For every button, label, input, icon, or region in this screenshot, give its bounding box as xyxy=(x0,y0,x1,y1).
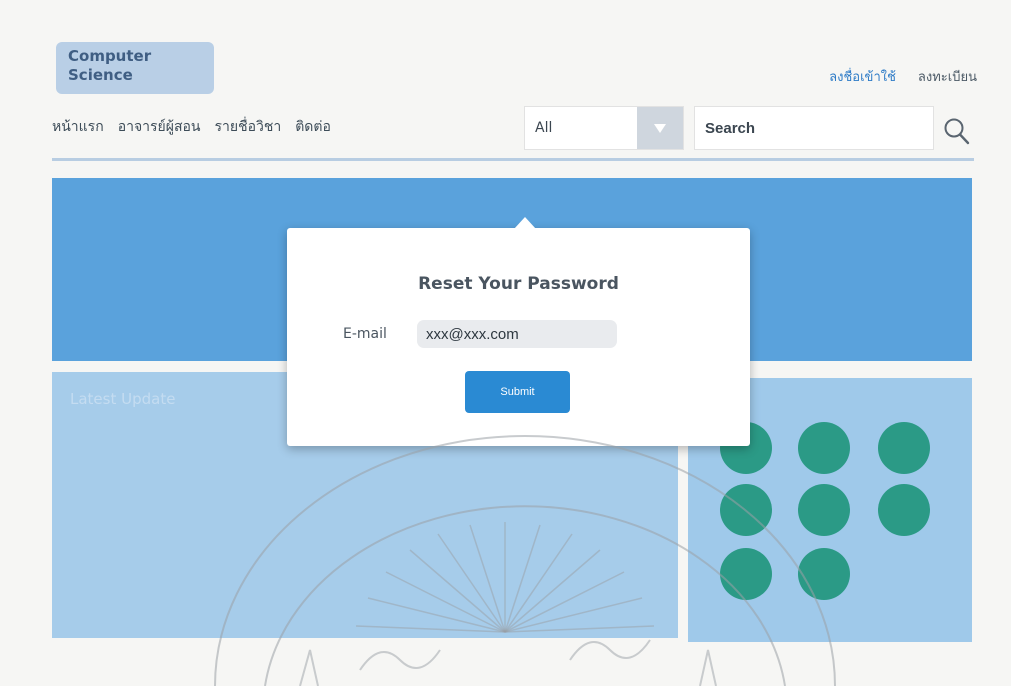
brand-line-1: Computer xyxy=(68,47,152,65)
dot-item[interactable] xyxy=(720,548,772,600)
dot-item[interactable] xyxy=(798,484,850,536)
category-select[interactable]: All xyxy=(524,106,684,150)
header-divider xyxy=(52,158,974,161)
brand-line-2: Science xyxy=(68,66,133,84)
search-input[interactable] xyxy=(695,107,933,149)
latest-update-title: Latest Update xyxy=(70,390,176,408)
submit-button[interactable]: Submit xyxy=(465,371,570,413)
nav-item-home[interactable]: หน้าแรก xyxy=(52,116,104,138)
main-nav: หน้าแรก อาจารย์ผู้สอน รายชื่อวิชา ติดต่อ xyxy=(52,116,331,138)
reset-password-modal: Reset Your Password E-mail Submit xyxy=(287,217,750,446)
dot-item[interactable] xyxy=(878,422,930,474)
dot-item[interactable] xyxy=(720,484,772,536)
email-field[interactable] xyxy=(417,320,617,348)
account-links: ลงชื่อเข้าใช้ ลงทะเบียน xyxy=(829,66,977,87)
modal-pointer xyxy=(514,217,536,229)
email-label: E-mail xyxy=(343,326,387,342)
login-link[interactable]: ลงชื่อเข้าใช้ xyxy=(829,66,896,87)
dot-item[interactable] xyxy=(798,422,850,474)
chevron-down-icon[interactable] xyxy=(637,107,683,149)
brand-logo[interactable]: Computer Science xyxy=(56,42,214,94)
nav-item-contact[interactable]: ติดต่อ xyxy=(295,116,331,138)
search-box xyxy=(694,106,934,150)
dot-item[interactable] xyxy=(798,548,850,600)
modal-title: Reset Your Password xyxy=(418,274,619,294)
search-icon[interactable] xyxy=(942,116,972,148)
nav-item-teachers[interactable]: อาจารย์ผู้สอน xyxy=(118,116,201,138)
dot-item[interactable] xyxy=(878,484,930,536)
nav-item-courses[interactable]: รายชื่อวิชา xyxy=(214,116,281,138)
register-link[interactable]: ลงทะเบียน xyxy=(918,66,977,87)
page: Computer Science ลงชื่อเข้าใช้ ลงทะเบียน… xyxy=(0,0,1011,686)
category-select-value: All xyxy=(535,120,553,136)
